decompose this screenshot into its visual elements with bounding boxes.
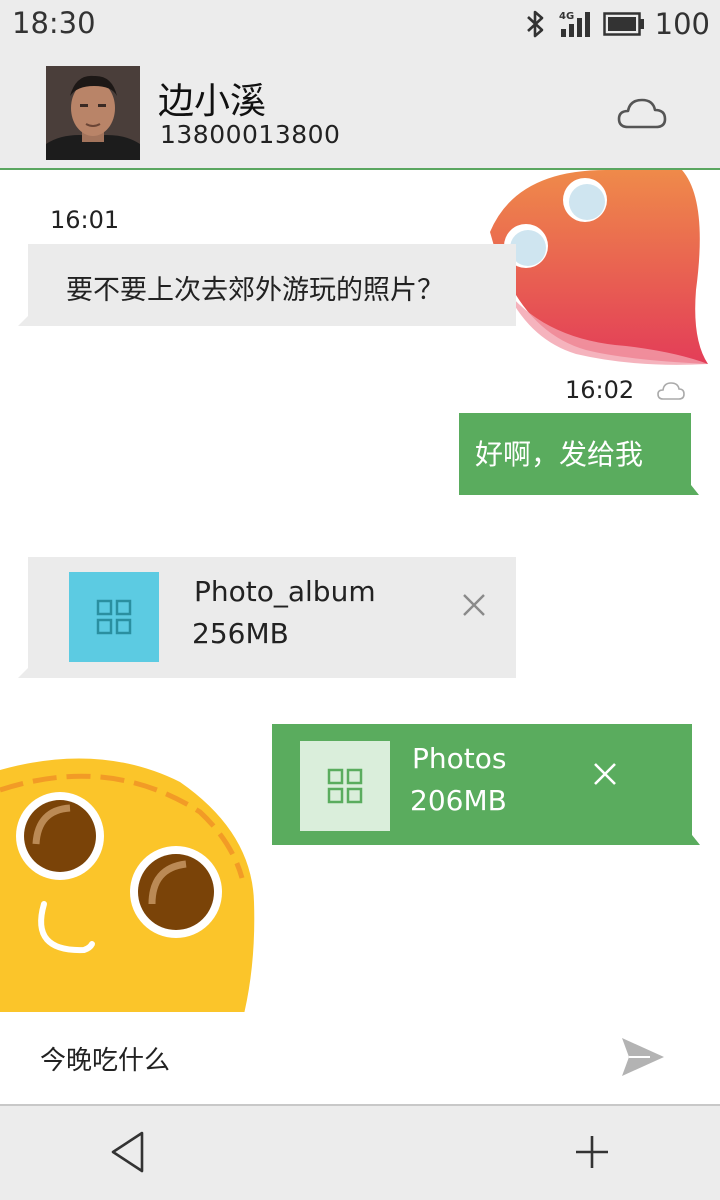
message-text: 好啊，发给我 bbox=[475, 438, 644, 471]
cloud-icon[interactable] bbox=[616, 94, 668, 134]
file-size: 256MB bbox=[192, 617, 289, 650]
back-icon[interactable] bbox=[108, 1130, 148, 1174]
message-time: 16:01 bbox=[50, 206, 120, 234]
contact-phone: 13800013800 bbox=[160, 120, 341, 149]
outgoing-file-card[interactable]: Photos 206MB bbox=[272, 724, 700, 845]
file-name: Photo_album bbox=[194, 575, 376, 608]
incoming-file-card[interactable]: Photo_album 256MB bbox=[18, 557, 516, 678]
bottom-nav-bar bbox=[0, 1104, 720, 1200]
contact-avatar[interactable] bbox=[46, 66, 140, 160]
file-name: Photos bbox=[412, 742, 507, 775]
status-bar: 18:30 4G 100 bbox=[0, 0, 720, 48]
message-text: 要不要上次去郊外游玩的照片？ bbox=[66, 275, 444, 306]
close-icon[interactable] bbox=[592, 761, 618, 787]
file-size: 206MB bbox=[410, 784, 507, 817]
battery-icon bbox=[602, 12, 644, 36]
chat-area[interactable]: 16:01 要不要上次去郊外游玩的照片？ 16:02 好啊，发给我 Photo_… bbox=[0, 170, 720, 1012]
file-thumbnail bbox=[300, 741, 390, 831]
chat-header: 边小溪 13800013800 bbox=[0, 48, 720, 170]
grid-icon bbox=[327, 768, 363, 804]
network-type-label: 4G bbox=[559, 11, 574, 22]
send-icon[interactable] bbox=[620, 1034, 666, 1080]
signal-icon: 4G bbox=[559, 11, 590, 37]
message-input[interactable] bbox=[40, 1036, 580, 1080]
avatar-image bbox=[46, 66, 140, 160]
incoming-message[interactable]: 要不要上次去郊外游玩的照片？ bbox=[18, 244, 516, 326]
close-icon[interactable] bbox=[461, 592, 487, 618]
status-time: 18:30 bbox=[12, 6, 96, 40]
add-icon[interactable] bbox=[574, 1134, 610, 1170]
grid-icon bbox=[96, 599, 132, 635]
message-input-bar bbox=[0, 1012, 720, 1104]
yellow-smiley-decoration bbox=[0, 758, 255, 1012]
outgoing-message[interactable]: 好啊，发给我 bbox=[459, 413, 699, 495]
battery-percent: 100 bbox=[654, 7, 710, 41]
status-icons: 4G 100 bbox=[525, 4, 710, 44]
file-thumbnail bbox=[69, 572, 159, 662]
contact-name: 边小溪 bbox=[158, 81, 267, 122]
message-time: 16:02 bbox=[565, 376, 635, 404]
cloud-icon bbox=[657, 382, 685, 400]
bluetooth-icon bbox=[526, 10, 543, 38]
